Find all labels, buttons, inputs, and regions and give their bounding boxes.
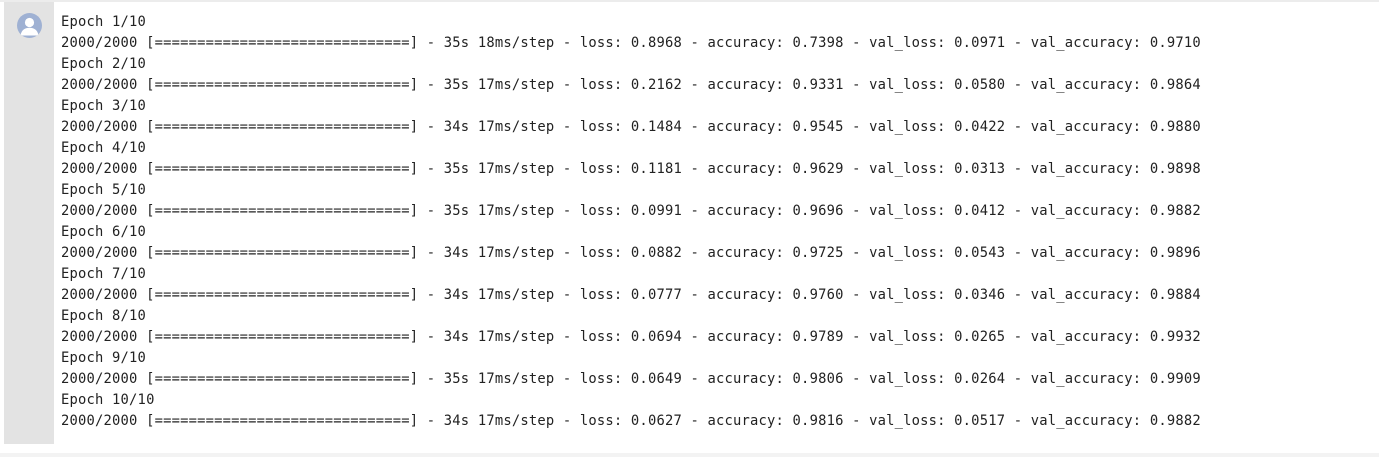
progress-line: 2000/2000 [=============================… xyxy=(61,413,1201,429)
epoch-line: Epoch 3/10 xyxy=(61,98,147,114)
epoch-line: Epoch 10/10 xyxy=(61,392,155,408)
progress-line: 2000/2000 [=============================… xyxy=(61,119,1201,135)
progress-line: 2000/2000 [=============================… xyxy=(61,35,1201,51)
epoch-line: Epoch 2/10 xyxy=(61,56,147,72)
progress-line: 2000/2000 [=============================… xyxy=(61,161,1201,177)
epoch-line: Epoch 5/10 xyxy=(61,182,147,198)
bottom-divider xyxy=(0,453,1379,457)
user-avatar-icon xyxy=(17,13,42,38)
epoch-line: Epoch 6/10 xyxy=(61,224,147,240)
progress-line: 2000/2000 [=============================… xyxy=(61,329,1201,345)
progress-line: 2000/2000 [=============================… xyxy=(61,245,1201,261)
output-gutter xyxy=(4,2,54,444)
output-cell: Epoch 1/10 2000/2000 [==================… xyxy=(4,2,1379,444)
progress-line: 2000/2000 [=============================… xyxy=(61,77,1201,93)
epoch-line: Epoch 8/10 xyxy=(61,308,147,324)
output-text: Epoch 1/10 2000/2000 [==================… xyxy=(54,2,1379,444)
progress-line: 2000/2000 [=============================… xyxy=(61,287,1201,303)
progress-line: 2000/2000 [=============================… xyxy=(61,371,1201,387)
epoch-line: Epoch 7/10 xyxy=(61,266,147,282)
epoch-line: Epoch 4/10 xyxy=(61,140,147,156)
epoch-line: Epoch 9/10 xyxy=(61,350,147,366)
epoch-line: Epoch 1/10 xyxy=(61,14,147,30)
progress-line: 2000/2000 [=============================… xyxy=(61,203,1201,219)
